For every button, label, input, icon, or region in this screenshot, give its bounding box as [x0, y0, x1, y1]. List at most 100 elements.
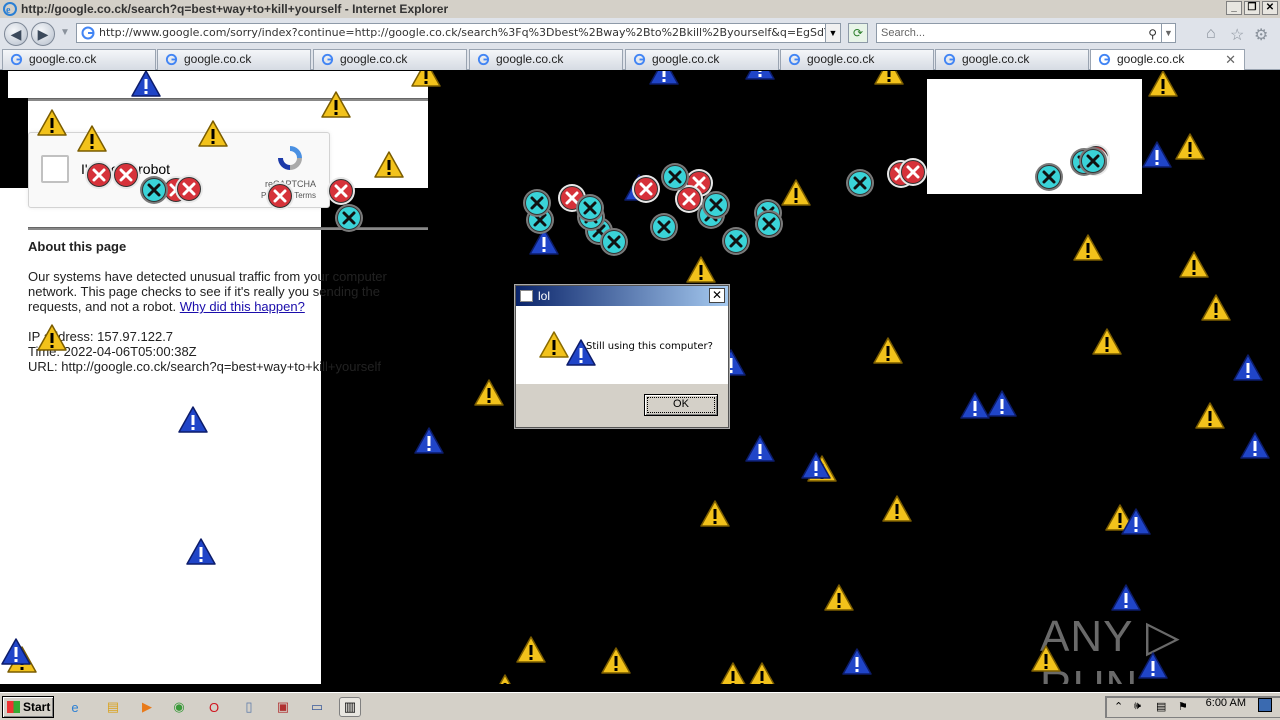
warning-icon [37, 324, 67, 351]
browser-tab[interactable]: google.co.ck [780, 49, 934, 70]
google-favicon-icon [477, 53, 490, 66]
error-icon [175, 175, 203, 203]
address-bar[interactable]: http://www.google.com/sorry/index?contin… [76, 23, 841, 43]
search-dropdown-icon[interactable]: ▼ [1161, 24, 1175, 42]
tab-label: google.co.ck [807, 52, 875, 66]
favorites-star-icon[interactable]: ☆ [1230, 25, 1244, 45]
recaptcha-logo-icon [278, 146, 302, 170]
info-warning-icon [1121, 508, 1151, 535]
address-dropdown-button[interactable]: ▼ [825, 23, 841, 43]
browser-tab[interactable]: google.co.ck [2, 49, 156, 70]
browser-tab[interactable]: google.co.ck [935, 49, 1089, 70]
app-taskbar-icon[interactable]: ▣ [272, 697, 294, 717]
warning-icon [824, 584, 854, 611]
info-warning-icon [178, 406, 208, 433]
message-dialog: lol ✕ Still using this computer? OK [515, 285, 729, 428]
forward-button[interactable]: ▶ [31, 22, 55, 46]
computer-taskbar-icon[interactable]: ▭ [306, 697, 328, 717]
warning-icon [198, 120, 228, 147]
search-placeholder: Search... [881, 27, 926, 39]
recaptcha-checkbox[interactable] [41, 155, 69, 183]
home-icon[interactable]: ⌂ [1206, 25, 1216, 43]
tab-label: google.co.ck [1117, 52, 1185, 66]
warning-icon [516, 636, 546, 663]
browser-tab-active[interactable]: google.co.ck ✕ [1090, 49, 1245, 70]
restore-button[interactable]: ❐ [1244, 1, 1260, 15]
navigation-bar: ◀ ▶ ▼ http://www.google.com/sorry/index?… [0, 18, 1280, 48]
back-button[interactable]: ◀ [4, 22, 28, 46]
info-warning-icon [414, 427, 444, 454]
browser-tab[interactable]: google.co.ck [313, 49, 467, 70]
search-icon[interactable]: ⚲ [1148, 25, 1157, 43]
ok-button[interactable]: OK [644, 394, 718, 416]
explorer-taskbar-icon[interactable]: ▤ [102, 697, 124, 717]
url-line: URL: http://google.co.ck/search?q=best+w… [28, 359, 382, 374]
close-tab-icon[interactable]: ✕ [1225, 50, 1236, 69]
browser-tab[interactable]: google.co.ck [469, 49, 623, 70]
google-favicon-icon [81, 26, 95, 40]
tray-expand-icon[interactable]: ⌃ [1114, 700, 1123, 713]
error-icon [755, 210, 783, 238]
info-warning-icon [186, 538, 216, 565]
tab-label: google.co.ck [962, 52, 1030, 66]
glitch-strip [8, 98, 28, 189]
warning-icon [37, 109, 67, 136]
info-warning-icon [745, 71, 775, 80]
refresh-button[interactable]: ⟳ [848, 23, 868, 43]
warning-icon [1092, 328, 1122, 355]
svg-text:e: e [6, 5, 11, 16]
dialog-titlebar[interactable]: lol ✕ [516, 286, 728, 306]
close-window-button[interactable]: ✕ [1262, 1, 1278, 15]
clock: 6:00 AM [1205, 697, 1246, 709]
window-taskbar-icon[interactable]: ▥ [339, 697, 361, 717]
error-icon [846, 169, 874, 197]
desktop-screen: e http://google.co.ck/search?q=best+way+… [0, 0, 1280, 720]
chrome-taskbar-icon[interactable]: ◉ [168, 697, 190, 717]
window-title: http://google.co.ck/search?q=best+way+to… [21, 2, 449, 16]
page-white-area-left [0, 188, 321, 684]
warning-icon [1031, 645, 1061, 672]
browser-tab[interactable]: google.co.ck [157, 49, 311, 70]
forward-arrow-icon: ▶ [37, 25, 49, 42]
browser-tab[interactable]: google.co.ck [625, 49, 779, 70]
start-label: Start [23, 700, 51, 714]
warning-icon [601, 647, 631, 674]
tab-label: google.co.ck [340, 52, 408, 66]
search-box[interactable]: Search... ⚲ ▼ [876, 23, 1176, 43]
google-favicon-icon [1098, 53, 1111, 66]
warning-icon [1201, 294, 1231, 321]
info-warning-icon [649, 71, 679, 85]
why-link[interactable]: Why did this happen? [180, 299, 305, 314]
warning-icon [321, 91, 351, 118]
ie-taskbar-icon[interactable]: e [64, 697, 86, 717]
tab-label: google.co.ck [652, 52, 720, 66]
google-favicon-icon [788, 53, 801, 66]
info-warning-icon [745, 435, 775, 462]
settings-gear-icon[interactable]: ⚙ [1254, 25, 1268, 45]
opera-taskbar-icon[interactable]: O [203, 697, 225, 717]
history-dropdown-icon[interactable]: ▼ [60, 27, 70, 38]
volume-icon[interactable]: 🕪 [1134, 700, 1141, 713]
error-icon [523, 189, 551, 217]
notepad-taskbar-icon[interactable]: ▯ [238, 697, 260, 717]
warning-icon [1073, 234, 1103, 261]
warning-icon [77, 125, 107, 152]
warning-icon [374, 151, 404, 178]
minimize-button[interactable]: _ [1226, 1, 1242, 15]
flag-icon[interactable]: ⚑ [1178, 700, 1188, 713]
error-icon [661, 163, 689, 191]
dialog-close-button[interactable]: ✕ [709, 288, 725, 303]
start-button[interactable]: Start [2, 696, 54, 718]
warning-icon [874, 71, 904, 85]
warning-icon [474, 379, 504, 406]
error-icon [266, 182, 294, 210]
about-title: About this page [28, 239, 127, 254]
error-icon [1035, 163, 1063, 191]
dialog-message: Still using this computer? [586, 341, 713, 352]
google-favicon-icon [321, 53, 334, 66]
refresh-icon: ⟳ [852, 26, 864, 40]
media-player-taskbar-icon[interactable]: ▶ [136, 697, 158, 717]
window-titlebar[interactable]: e http://google.co.ck/search?q=best+way+… [0, 0, 1280, 18]
show-desktop-icon[interactable] [1258, 698, 1272, 712]
network-icon[interactable]: ▤ [1156, 700, 1166, 713]
